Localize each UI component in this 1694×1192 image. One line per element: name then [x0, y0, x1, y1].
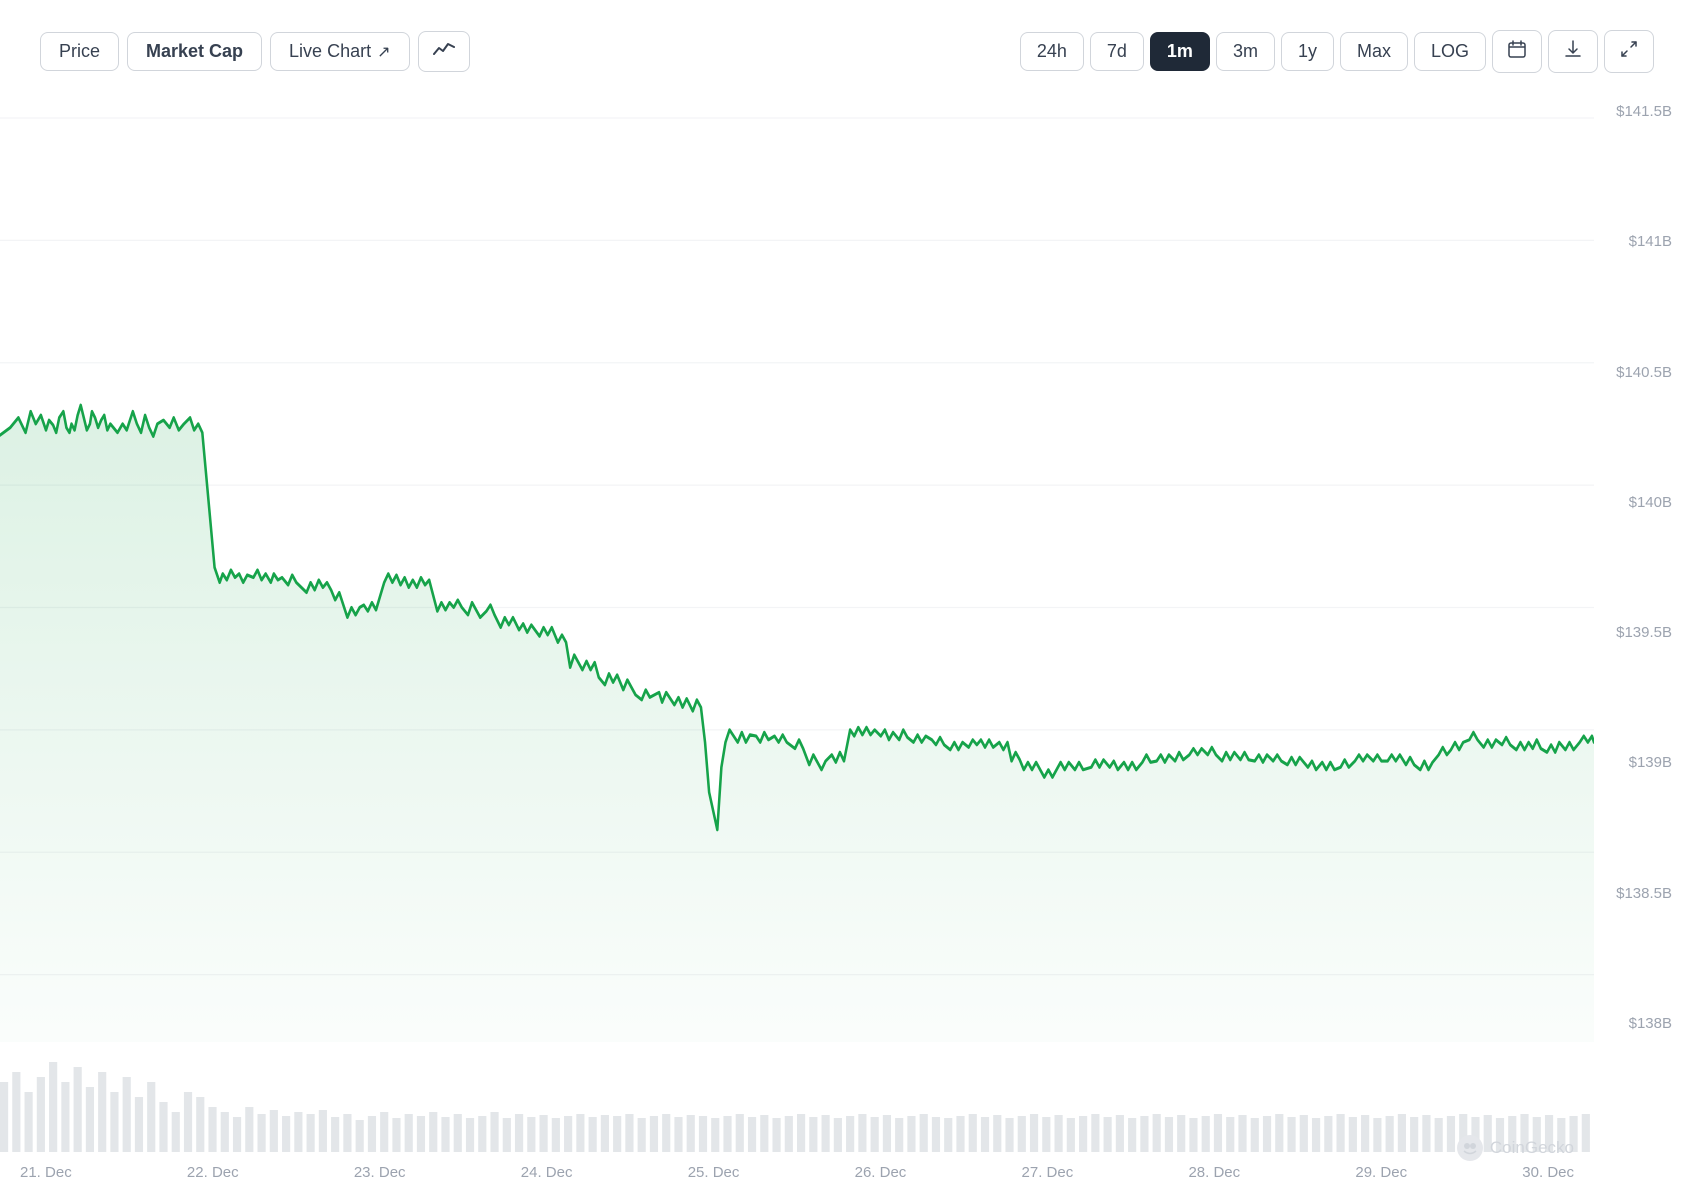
line-chart-icon: [433, 40, 455, 63]
expand-icon: [1619, 39, 1639, 64]
toolbar-right: 24h 7d 1m 3m 1y Max LOG: [1020, 30, 1654, 73]
x-label-24dec: 24. Dec: [521, 1164, 573, 1181]
calendar-button[interactable]: [1492, 30, 1542, 73]
y-label-138b: $138B: [1594, 1015, 1684, 1032]
x-label-26dec: 26. Dec: [855, 1164, 907, 1181]
chart-main: $141.5B $141B $140.5B $140B $139.5B $139…: [0, 93, 1694, 1042]
y-label-1385b: $138.5B: [1594, 885, 1684, 902]
price-tab[interactable]: Price: [40, 32, 119, 71]
expand-button[interactable]: [1604, 30, 1654, 73]
main-chart-svg: [0, 93, 1594, 1042]
coingecko-text: CoinGecko: [1490, 1138, 1574, 1158]
24h-button[interactable]: 24h: [1020, 32, 1084, 71]
x-label-27dec: 27. Dec: [1022, 1164, 1074, 1181]
calendar-icon: [1507, 39, 1527, 64]
y-label-1405b: $140.5B: [1594, 364, 1684, 381]
x-label-25dec: 25. Dec: [688, 1164, 740, 1181]
max-button[interactable]: Max: [1340, 32, 1408, 71]
x-label-21dec: 21. Dec: [20, 1164, 72, 1181]
x-label-29dec: 29. Dec: [1355, 1164, 1407, 1181]
1y-button[interactable]: 1y: [1281, 32, 1334, 71]
y-label-140b: $140B: [1594, 494, 1684, 511]
7d-button[interactable]: 7d: [1090, 32, 1144, 71]
volume-svg-wrapper: [0, 1042, 1594, 1152]
x-axis: 21. Dec 22. Dec 23. Dec 24. Dec 25. Dec …: [0, 1152, 1594, 1192]
live-chart-tab[interactable]: Live Chart ↗: [270, 32, 409, 71]
x-axis-spacer: [1594, 1152, 1694, 1192]
toolbar-left: Price Market Cap Live Chart ↗: [40, 31, 1012, 72]
volume-y-axis: [1594, 1042, 1694, 1152]
line-chart-button[interactable]: [418, 31, 470, 72]
y-label-141b: $141B: [1594, 233, 1684, 250]
3m-button[interactable]: 3m: [1216, 32, 1275, 71]
log-button[interactable]: LOG: [1414, 32, 1486, 71]
1m-button[interactable]: 1m: [1150, 32, 1210, 71]
download-button[interactable]: [1548, 30, 1598, 73]
x-label-28dec: 28. Dec: [1188, 1164, 1240, 1181]
chart-svg-wrapper: [0, 93, 1594, 1042]
download-icon: [1563, 39, 1583, 64]
market-cap-tab[interactable]: Market Cap: [127, 32, 262, 71]
chart-container: Price Market Cap Live Chart ↗ 24h 7d 1m …: [0, 0, 1694, 1192]
chart-area-fill: [0, 405, 1594, 1042]
volume-section: [0, 1042, 1694, 1152]
y-label-1395b: $139.5B: [1594, 624, 1684, 641]
volume-chart-svg: [0, 1042, 1594, 1152]
coingecko-logo-icon: [1456, 1134, 1484, 1162]
x-axis-section: 21. Dec 22. Dec 23. Dec 24. Dec 25. Dec …: [0, 1152, 1694, 1192]
external-link-icon: ↗: [377, 42, 390, 62]
toolbar: Price Market Cap Live Chart ↗ 24h 7d 1m …: [0, 20, 1694, 83]
y-axis: $141.5B $141B $140.5B $140B $139.5B $139…: [1594, 93, 1694, 1042]
x-label-22dec: 22. Dec: [187, 1164, 239, 1181]
x-label-30dec: 30. Dec: [1522, 1164, 1574, 1181]
x-label-23dec: 23. Dec: [354, 1164, 406, 1181]
coingecko-watermark: CoinGecko: [1456, 1134, 1574, 1162]
chart-area: $141.5B $141B $140.5B $140B $139.5B $139…: [0, 83, 1694, 1192]
y-label-1415b: $141.5B: [1594, 103, 1684, 120]
y-label-139b: $139B: [1594, 754, 1684, 771]
